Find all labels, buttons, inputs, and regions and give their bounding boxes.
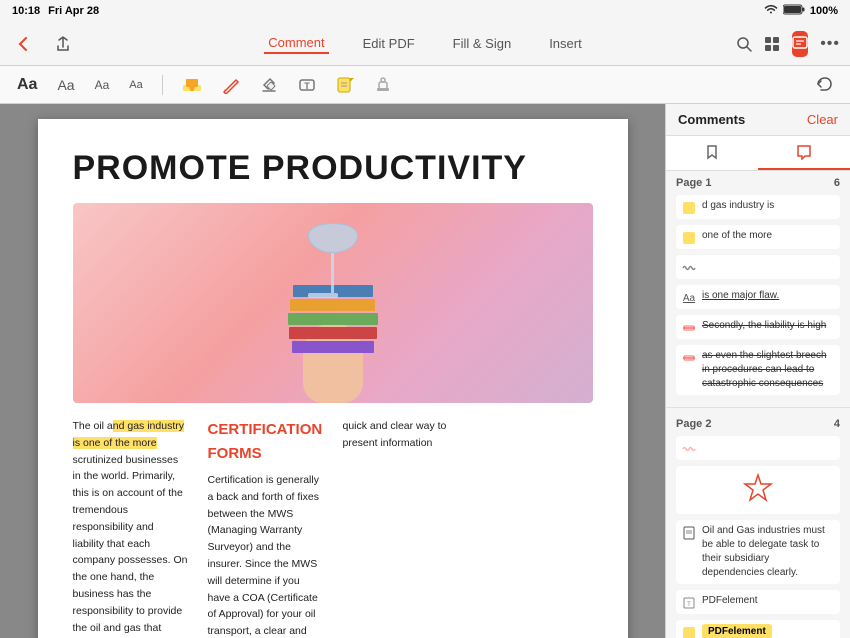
text-tool-small[interactable]: Aa [90, 75, 115, 95]
underline-aa-icon: Aa [682, 291, 696, 305]
comment-text-4: is one major flaw. [702, 289, 779, 303]
text-tool-large[interactable]: Aa [12, 73, 42, 97]
more-button[interactable]: ••• [820, 31, 840, 57]
status-bar-left: 10:18 Fri Apr 28 [12, 5, 99, 17]
eraser-tool[interactable] [255, 73, 283, 97]
comment-text-5: Secondly, the liability is high [702, 319, 826, 333]
annotation-toolbar: Aa Aa Aa Aa T [0, 66, 850, 104]
comment-item[interactable]: T PDFelement [676, 590, 840, 614]
wifi-icon [764, 5, 778, 18]
star-icon [738, 470, 778, 510]
pdf-body: The oil and gas industry is one of the m… [73, 418, 593, 638]
tab-comment[interactable]: Comment [264, 33, 328, 54]
cert-heading: CERTIFICATION FORMS [208, 418, 323, 466]
comment-text-8: Oil and Gas industries must be able to d… [702, 524, 834, 580]
pdf-viewer[interactable]: PROMOTE PRODUCTIVITY [0, 104, 665, 638]
note-icon [682, 526, 696, 540]
tab-edit-pdf[interactable]: Edit PDF [359, 34, 419, 53]
status-bar: 10:18 Fri Apr 28 100% [0, 0, 850, 22]
pdf-page: PROMOTE PRODUCTIVITY [38, 119, 628, 638]
badge-icon [682, 626, 696, 638]
comment-item[interactable]: Oil and Gas industries must be able to d… [676, 520, 840, 584]
battery-icon [783, 4, 805, 18]
panel-header: Comments Clear [666, 104, 850, 136]
page-1-label: Page 1 6 [676, 177, 840, 189]
comment-text-2: one of the more [702, 229, 772, 243]
comment-item[interactable] [676, 255, 840, 279]
comment-item[interactable]: Aa is one major flaw. [676, 285, 840, 309]
panel-title: Comments [678, 112, 745, 127]
title-bar-tabs: Comment Edit PDF Fill & Sign Insert [90, 33, 760, 54]
status-bar-right: 100% [764, 4, 838, 18]
svg-text:T: T [304, 81, 310, 91]
panel-tabs [666, 136, 850, 171]
search-button[interactable] [736, 31, 752, 57]
comment-text-9: PDFelement [702, 594, 758, 608]
comment-item[interactable]: PDFelement [676, 620, 840, 638]
comment-tab-icon [796, 144, 812, 160]
comment-item[interactable]: Secondly, the liability is high [676, 315, 840, 339]
bookmark-tab[interactable] [666, 136, 758, 170]
text-tool-medium[interactable]: Aa [52, 74, 79, 96]
right-panel: Comments Clear Page 1 6 [665, 104, 850, 638]
text-tool-xsmall[interactable]: Aa [124, 76, 147, 94]
section-divider [666, 407, 850, 408]
undo-button[interactable] [810, 73, 838, 97]
comment-item[interactable] [676, 436, 840, 460]
pdf-image [73, 203, 593, 403]
comment-tab[interactable] [758, 136, 850, 170]
back-button[interactable] [10, 31, 36, 57]
page-1-section: Page 1 6 d gas industry is one of the mo… [666, 171, 850, 403]
strikethrough-icon [682, 321, 696, 335]
grid-button[interactable] [764, 31, 780, 57]
svg-text:T: T [687, 602, 691, 608]
status-time: 10:18 [12, 5, 40, 17]
glass-decoration [308, 223, 358, 298]
highlight-icon [682, 201, 696, 215]
title-bar-left [10, 31, 90, 57]
page-2-section: Page 2 4 [666, 412, 850, 638]
panel-body[interactable]: Page 1 6 d gas industry is one of the mo… [666, 171, 850, 638]
page-2-label: Page 2 4 [676, 418, 840, 430]
pen-tool[interactable] [217, 73, 245, 97]
comment-item[interactable]: d gas industry is [676, 195, 840, 219]
wavy-pink-icon [682, 442, 696, 456]
highlight-icon-2 [682, 231, 696, 245]
battery-pct: 100% [810, 5, 838, 17]
comment-item[interactable]: one of the more [676, 225, 840, 249]
text-box-tool[interactable]: T [293, 73, 321, 97]
highlight-tool[interactable] [177, 74, 207, 96]
separator-1 [162, 75, 163, 95]
pdf-title: PROMOTE PRODUCTIVITY [73, 149, 593, 188]
comment-text-6: as even the slightest breech in procedur… [702, 349, 834, 391]
tab-fill-sign[interactable]: Fill & Sign [449, 34, 516, 53]
bookmark-icon [704, 144, 720, 160]
status-day: Fri Apr 28 [48, 5, 99, 17]
comments-panel-button[interactable] [792, 31, 808, 57]
comment-item[interactable]: as even the slightest breech in procedur… [676, 345, 840, 395]
share-button[interactable] [50, 31, 76, 57]
comment-text: d gas industry is [702, 199, 774, 213]
text-label-icon: T [682, 596, 696, 610]
strikethrough-icon-2 [682, 351, 696, 365]
comment-item[interactable] [676, 466, 840, 514]
stamp-tool[interactable] [369, 73, 397, 97]
tab-insert[interactable]: Insert [545, 34, 586, 53]
title-bar: Comment Edit PDF Fill & Sign Insert ••• [0, 22, 850, 66]
sticky-note-tool[interactable] [331, 73, 359, 97]
main-area: PROMOTE PRODUCTIVITY [0, 104, 850, 638]
highlight-1: nd gas industry is one of the more [73, 420, 185, 449]
title-bar-right: ••• [760, 31, 840, 57]
pdfelem-badge: PDFelement [702, 624, 772, 638]
clear-button[interactable]: Clear [807, 112, 838, 127]
wavy-icon [682, 261, 696, 275]
